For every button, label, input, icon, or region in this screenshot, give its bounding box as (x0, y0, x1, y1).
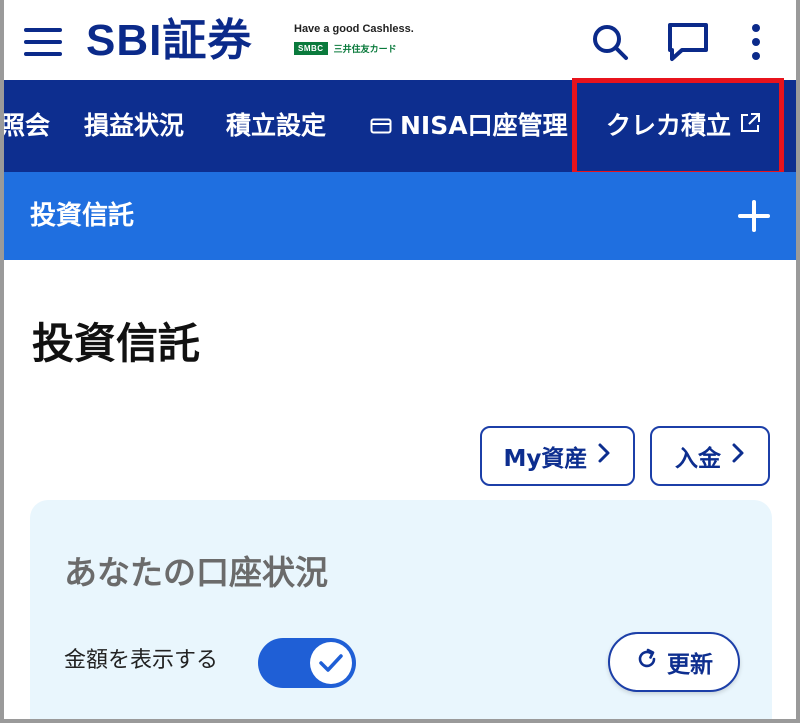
sbi-logo[interactable]: SBI証券 (86, 16, 252, 66)
chat-icon[interactable] (666, 20, 710, 64)
my-assets-label: My資産 (503, 446, 588, 472)
menu-icon[interactable] (24, 24, 62, 60)
account-status-card: あなたの口座状況 金額を表示する 更新 (30, 500, 772, 719)
deposit-label: 入金 (675, 446, 721, 472)
external-link-icon (739, 80, 761, 172)
account-status-title: あなたの口座状況 (64, 553, 328, 592)
app-header: SBI証券 Have a good Cashless. SMBC 三井住友カード (4, 0, 796, 80)
tagline-text: Have a good Cashless. (294, 23, 414, 35)
nav-item-pnl[interactable]: 損益状況 (84, 80, 184, 172)
page-title: 投資信託 (32, 319, 201, 368)
top-nav-bar: 照会 損益状況 積立設定 NISA口座管理 クレカ積立 (4, 80, 796, 172)
check-icon (310, 642, 352, 684)
refresh-icon (635, 647, 659, 677)
my-assets-button[interactable]: My資産 (480, 426, 635, 486)
nav-item-credit-label: クレカ積立 (606, 111, 732, 140)
nav-item-accumulation-settings[interactable]: 積立設定 (226, 80, 326, 172)
show-amount-toggle[interactable] (258, 638, 356, 688)
app-screen: SBI証券 Have a good Cashless. SMBC 三井住友カード… (4, 0, 796, 719)
card-icon (370, 80, 392, 172)
investment-trust-accordion[interactable]: 投資信託 (4, 172, 796, 260)
deposit-button[interactable]: 入金 (650, 426, 770, 486)
plus-icon[interactable] (738, 200, 770, 232)
refresh-label: 更新 (667, 652, 713, 678)
chevron-right-icon (731, 442, 745, 470)
more-vertical-icon[interactable] (736, 20, 776, 64)
smbc-badge: SMBC (294, 42, 328, 55)
nav-item-nisa[interactable]: NISA口座管理 (370, 80, 568, 172)
accordion-title: 投資信託 (30, 201, 135, 231)
card-company-name: 三井住友カード (333, 45, 397, 55)
chevron-right-icon (597, 442, 611, 470)
nav-item-nisa-label: NISA口座管理 (400, 111, 568, 140)
show-amount-label: 金額を表示する (64, 648, 219, 673)
smbc-tagline: Have a good Cashless. SMBC 三井住友カード (294, 22, 434, 55)
refresh-button[interactable]: 更新 (608, 632, 740, 692)
search-icon[interactable] (588, 20, 632, 64)
nav-item-credit-card-accumulation[interactable]: クレカ積立 (606, 80, 761, 172)
nav-item-inquiry[interactable]: 照会 (4, 80, 50, 172)
